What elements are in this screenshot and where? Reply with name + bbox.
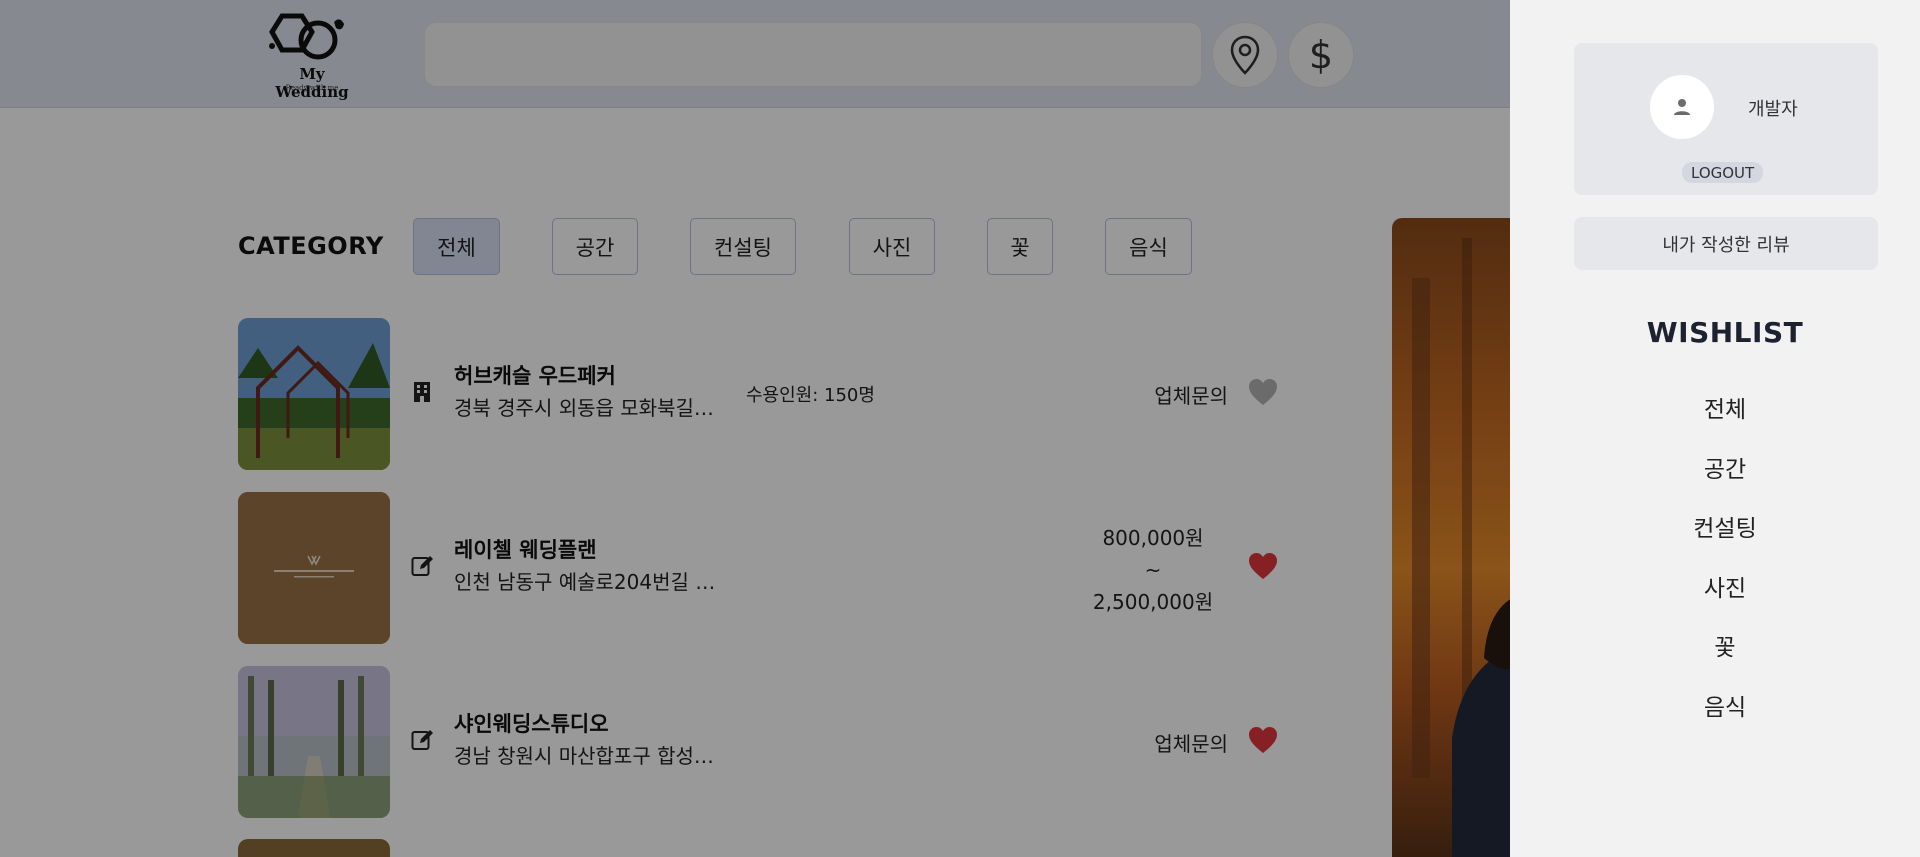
wishlist-item-space[interactable]: 공간 xyxy=(1510,450,1920,484)
wishlist-item-food[interactable]: 음식 xyxy=(1510,688,1920,722)
my-reviews-button[interactable]: 내가 작성한 리뷰 xyxy=(1574,217,1878,270)
avatar[interactable] xyxy=(1650,75,1714,139)
username: 개발자 xyxy=(1748,99,1798,120)
wishlist-item-all[interactable]: 전체 xyxy=(1510,390,1920,424)
wishlist-item-consulting[interactable]: 컨설팅 xyxy=(1510,509,1920,543)
wishlist-title: WISHLIST xyxy=(1646,316,1804,349)
side-drawer: 개발자 LOGOUT 내가 작성한 리뷰 WISHLIST 전체 공간 컨설팅 … xyxy=(1510,0,1920,857)
profile-card: 개발자 LOGOUT xyxy=(1574,43,1878,195)
wishlist-item-photo[interactable]: 사진 xyxy=(1510,569,1920,603)
user-icon xyxy=(1674,99,1690,115)
wishlist-item-flower[interactable]: 꽃 xyxy=(1510,628,1920,662)
logout-button[interactable]: LOGOUT xyxy=(1682,162,1764,183)
dim-overlay[interactable] xyxy=(0,0,1510,857)
